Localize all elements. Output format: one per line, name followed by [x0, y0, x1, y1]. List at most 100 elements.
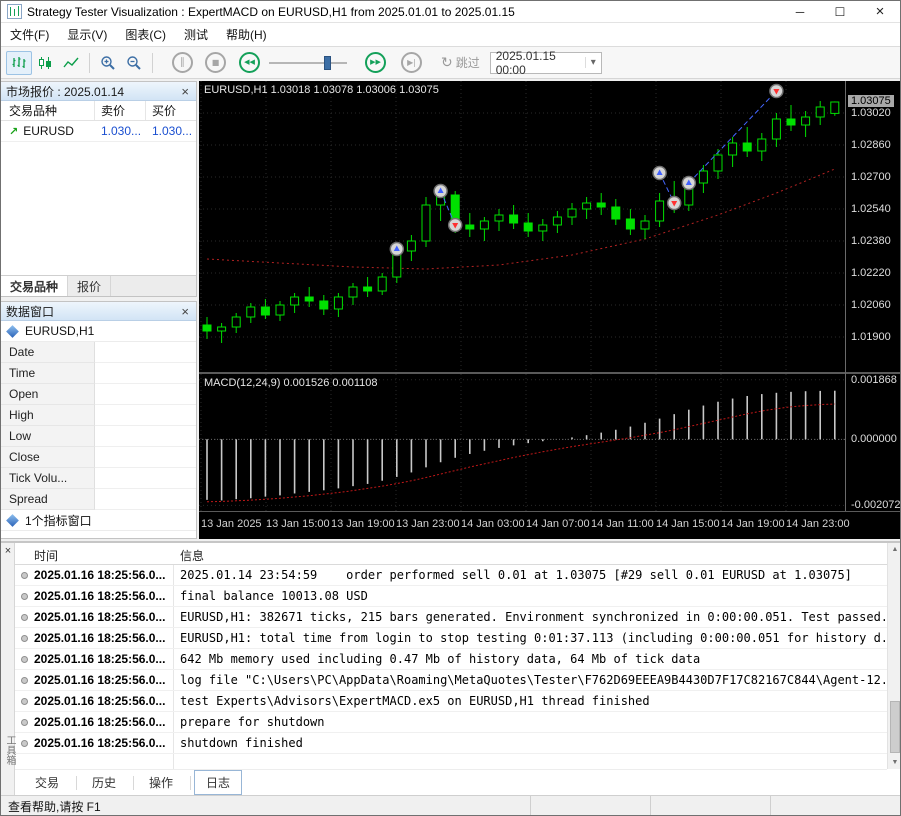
stop-button[interactable]: ■	[205, 52, 226, 73]
candle	[304, 296, 314, 302]
scrollbar-thumb[interactable]	[890, 701, 900, 753]
tab-journal[interactable]: 日志	[194, 770, 243, 795]
toolbar: ∥ ■ ◀◀ ▶▶ ▶| ↻ 跳过 2025.01.15 00:00 ▾	[1, 47, 900, 79]
data-window-row: High	[1, 405, 196, 426]
status-help-text: 查看帮助,请按 F1	[8, 800, 101, 814]
close-icon[interactable]: ×	[860, 1, 900, 22]
faster-button[interactable]: ▶▶	[365, 52, 386, 73]
pause-button[interactable]: ∥	[172, 52, 193, 73]
candle	[319, 300, 329, 310]
speed-slider-thumb[interactable]	[324, 55, 331, 70]
column-header-symbol[interactable]: 交易品种	[1, 101, 95, 120]
market-watch-close-icon[interactable]: ×	[179, 85, 191, 98]
app-icon	[7, 4, 22, 19]
time-axis[interactable]: 13 Jan 2025 13 Jan 15:00 13 Jan 19:00 13…	[199, 511, 900, 539]
menu-item-file[interactable]: 文件(F)	[1, 23, 58, 46]
macd-scale-label: 0.000000	[851, 433, 897, 446]
tab-history[interactable]: 历史	[80, 770, 128, 795]
journal-row[interactable]: 2025.01.16 18:25:56.0... EURUSD,H1: total…	[15, 628, 887, 649]
data-window-row: Close	[1, 447, 196, 468]
bar-chart-button[interactable]	[6, 50, 32, 75]
chevron-down-icon[interactable]: ▾	[584, 57, 596, 68]
price-chart-canvas[interactable]	[199, 81, 845, 372]
journal-row[interactable]: 2025.01.16 18:25:56.0... prepare for shut…	[15, 712, 887, 733]
field-label-open: Open	[1, 384, 95, 405]
field-value	[95, 468, 196, 489]
price-scale[interactable]: 1.03020 1.02860 1.02700 1.02540 1.02380 1.022…	[845, 81, 900, 511]
skip-button[interactable]: ↻ 跳过	[441, 54, 480, 71]
data-window-close-icon[interactable]: ×	[179, 305, 191, 318]
candle	[421, 204, 431, 242]
menu-item-test[interactable]: 测试	[175, 23, 217, 46]
field-value	[95, 447, 196, 468]
macd-canvas[interactable]	[199, 374, 845, 511]
journal-close-icon[interactable]: ×	[1, 546, 15, 557]
skip-to-end-button[interactable]: ▶|	[401, 52, 422, 73]
tab-symbols[interactable]: 交易品种	[1, 276, 69, 296]
time-axis-label: 14 Jan 03:00	[461, 518, 525, 530]
scroll-up-icon[interactable]: ▲	[888, 546, 900, 553]
journal-row[interactable]: 2025.01.16 18:25:56.0... log file "C:\Use…	[15, 670, 887, 691]
candle	[494, 214, 504, 222]
menu-item-chart[interactable]: 图表(C)	[116, 23, 175, 46]
journal-row[interactable]: 2025.01.16 18:25:56.0... final balance 10…	[15, 586, 887, 607]
candle	[801, 116, 811, 126]
candle	[363, 286, 373, 292]
title-bar: Strategy Tester Visualization : ExpertMA…	[1, 1, 900, 23]
column-header-bid[interactable]: 卖价	[95, 101, 146, 120]
field-label-low: Low	[1, 426, 95, 447]
journal-row[interactable]: 2025.01.16 18:25:56.0... shutdown finishe…	[15, 733, 887, 754]
speed-slider[interactable]	[267, 51, 349, 75]
candle	[830, 101, 840, 114]
candle	[728, 142, 738, 156]
price-chart-pane[interactable]: EURUSD,H1 1.03018 1.03078 1.03006 1.0307…	[199, 81, 845, 372]
field-value	[95, 426, 196, 447]
log-bullet-icon	[21, 740, 28, 747]
zoom-in-button[interactable]	[95, 51, 121, 75]
market-watch-row-eurusd[interactable]: ↗ EURUSD 1.030... 1.030...	[1, 121, 196, 142]
market-watch-tabs: 交易品种 报价	[1, 275, 196, 296]
maximize-icon[interactable]: ☐	[820, 1, 860, 22]
test-datetime-box[interactable]: 2025.01.15 00:00 ▾	[489, 48, 602, 77]
candle	[742, 142, 752, 152]
macd-indicator-pane[interactable]: MACD(12,24,9) 0.001526 0.001108	[199, 374, 845, 511]
menu-item-view[interactable]: 显示(V)	[58, 23, 116, 46]
tab-ticks[interactable]: 报价	[68, 276, 112, 296]
candle	[202, 324, 212, 332]
journal-row[interactable]: 2025.01.16 18:25:56.0... 642 Mb memory us…	[15, 649, 887, 670]
minimize-icon[interactable]: ─	[780, 1, 820, 22]
scroll-down-icon[interactable]: ▼	[888, 759, 900, 766]
candle	[596, 202, 606, 208]
column-header-ask[interactable]: 买价	[146, 101, 196, 120]
line-chart-button[interactable]	[58, 51, 84, 75]
chart-region: EURUSD,H1 1.03018 1.03078 1.03006 1.0307…	[199, 81, 900, 539]
slower-button[interactable]: ◀◀	[239, 52, 260, 73]
candle	[771, 118, 781, 140]
data-window-row: Tick Volu...	[1, 468, 196, 489]
tab-trade[interactable]: 交易	[23, 770, 71, 795]
status-cell	[530, 796, 650, 815]
menu-item-help[interactable]: 帮助(H)	[217, 23, 276, 46]
status-cell	[770, 796, 900, 815]
candle	[698, 170, 708, 184]
candlestick-chart-button[interactable]	[32, 51, 58, 75]
window-title: Strategy Tester Visualization : ExpertMA…	[27, 4, 515, 19]
journal-scrollbar[interactable]: ▲ ▼	[887, 543, 900, 769]
journal-row[interactable]: 2025.01.16 18:25:56.0... EURUSD,H1: 38267…	[15, 607, 887, 628]
log-message: 642 Mb memory used including 0.47 Mb of …	[180, 652, 701, 666]
candle	[217, 326, 227, 332]
candle	[231, 316, 241, 328]
field-label-time: Time	[1, 363, 95, 384]
column-header-time[interactable]: 时间	[34, 547, 58, 564]
candle	[290, 296, 300, 306]
journal-panel: × 工具箱 时间 信息 2025.01.16 18:25:56.0... 2025…	[1, 541, 900, 795]
journal-row[interactable]: 2025.01.16 18:25:56.0... test Experts\Adv…	[15, 691, 887, 712]
journal-row[interactable]: 2025.01.16 18:25:56.0... 2025.01.14 23:54…	[15, 565, 887, 586]
test-datetime-value: 2025.01.15 00:00	[495, 48, 556, 77]
data-window-panel: 数据窗口 × EURUSD,H1 Date Time Open High Low…	[1, 301, 197, 539]
price-scale-label: 1.02860	[851, 139, 891, 151]
tab-operations[interactable]: 操作	[137, 770, 185, 795]
indicator-group-row[interactable]: 1个指标窗口	[1, 510, 196, 531]
zoom-out-button[interactable]	[121, 51, 147, 75]
column-header-message[interactable]: 信息	[180, 547, 204, 564]
